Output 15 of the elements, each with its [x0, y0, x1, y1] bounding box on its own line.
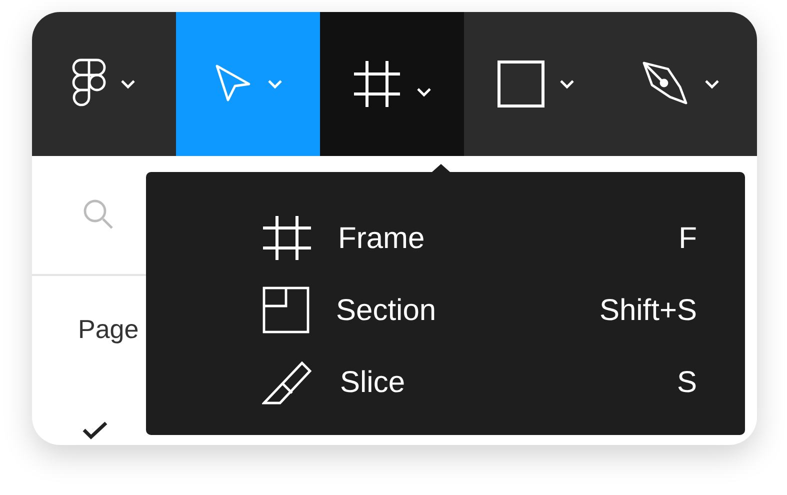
frame-icon — [262, 215, 312, 261]
menu-item[interactable]: Frame F — [262, 202, 697, 274]
rectangle-icon — [497, 60, 545, 108]
frame-icon — [352, 59, 402, 109]
caret-icon — [416, 87, 432, 97]
tool-button[interactable] — [320, 12, 464, 156]
caret-icon — [704, 79, 720, 89]
slice-icon — [262, 359, 314, 405]
section-title: Page — [78, 316, 140, 342]
caret-icon — [559, 79, 575, 89]
caret-icon — [120, 79, 136, 89]
menu-item[interactable]: Section Shift+S — [262, 274, 697, 346]
menu-item[interactable]: Slice S — [262, 346, 697, 418]
section-icon — [262, 286, 310, 334]
caret-icon — [267, 79, 283, 89]
